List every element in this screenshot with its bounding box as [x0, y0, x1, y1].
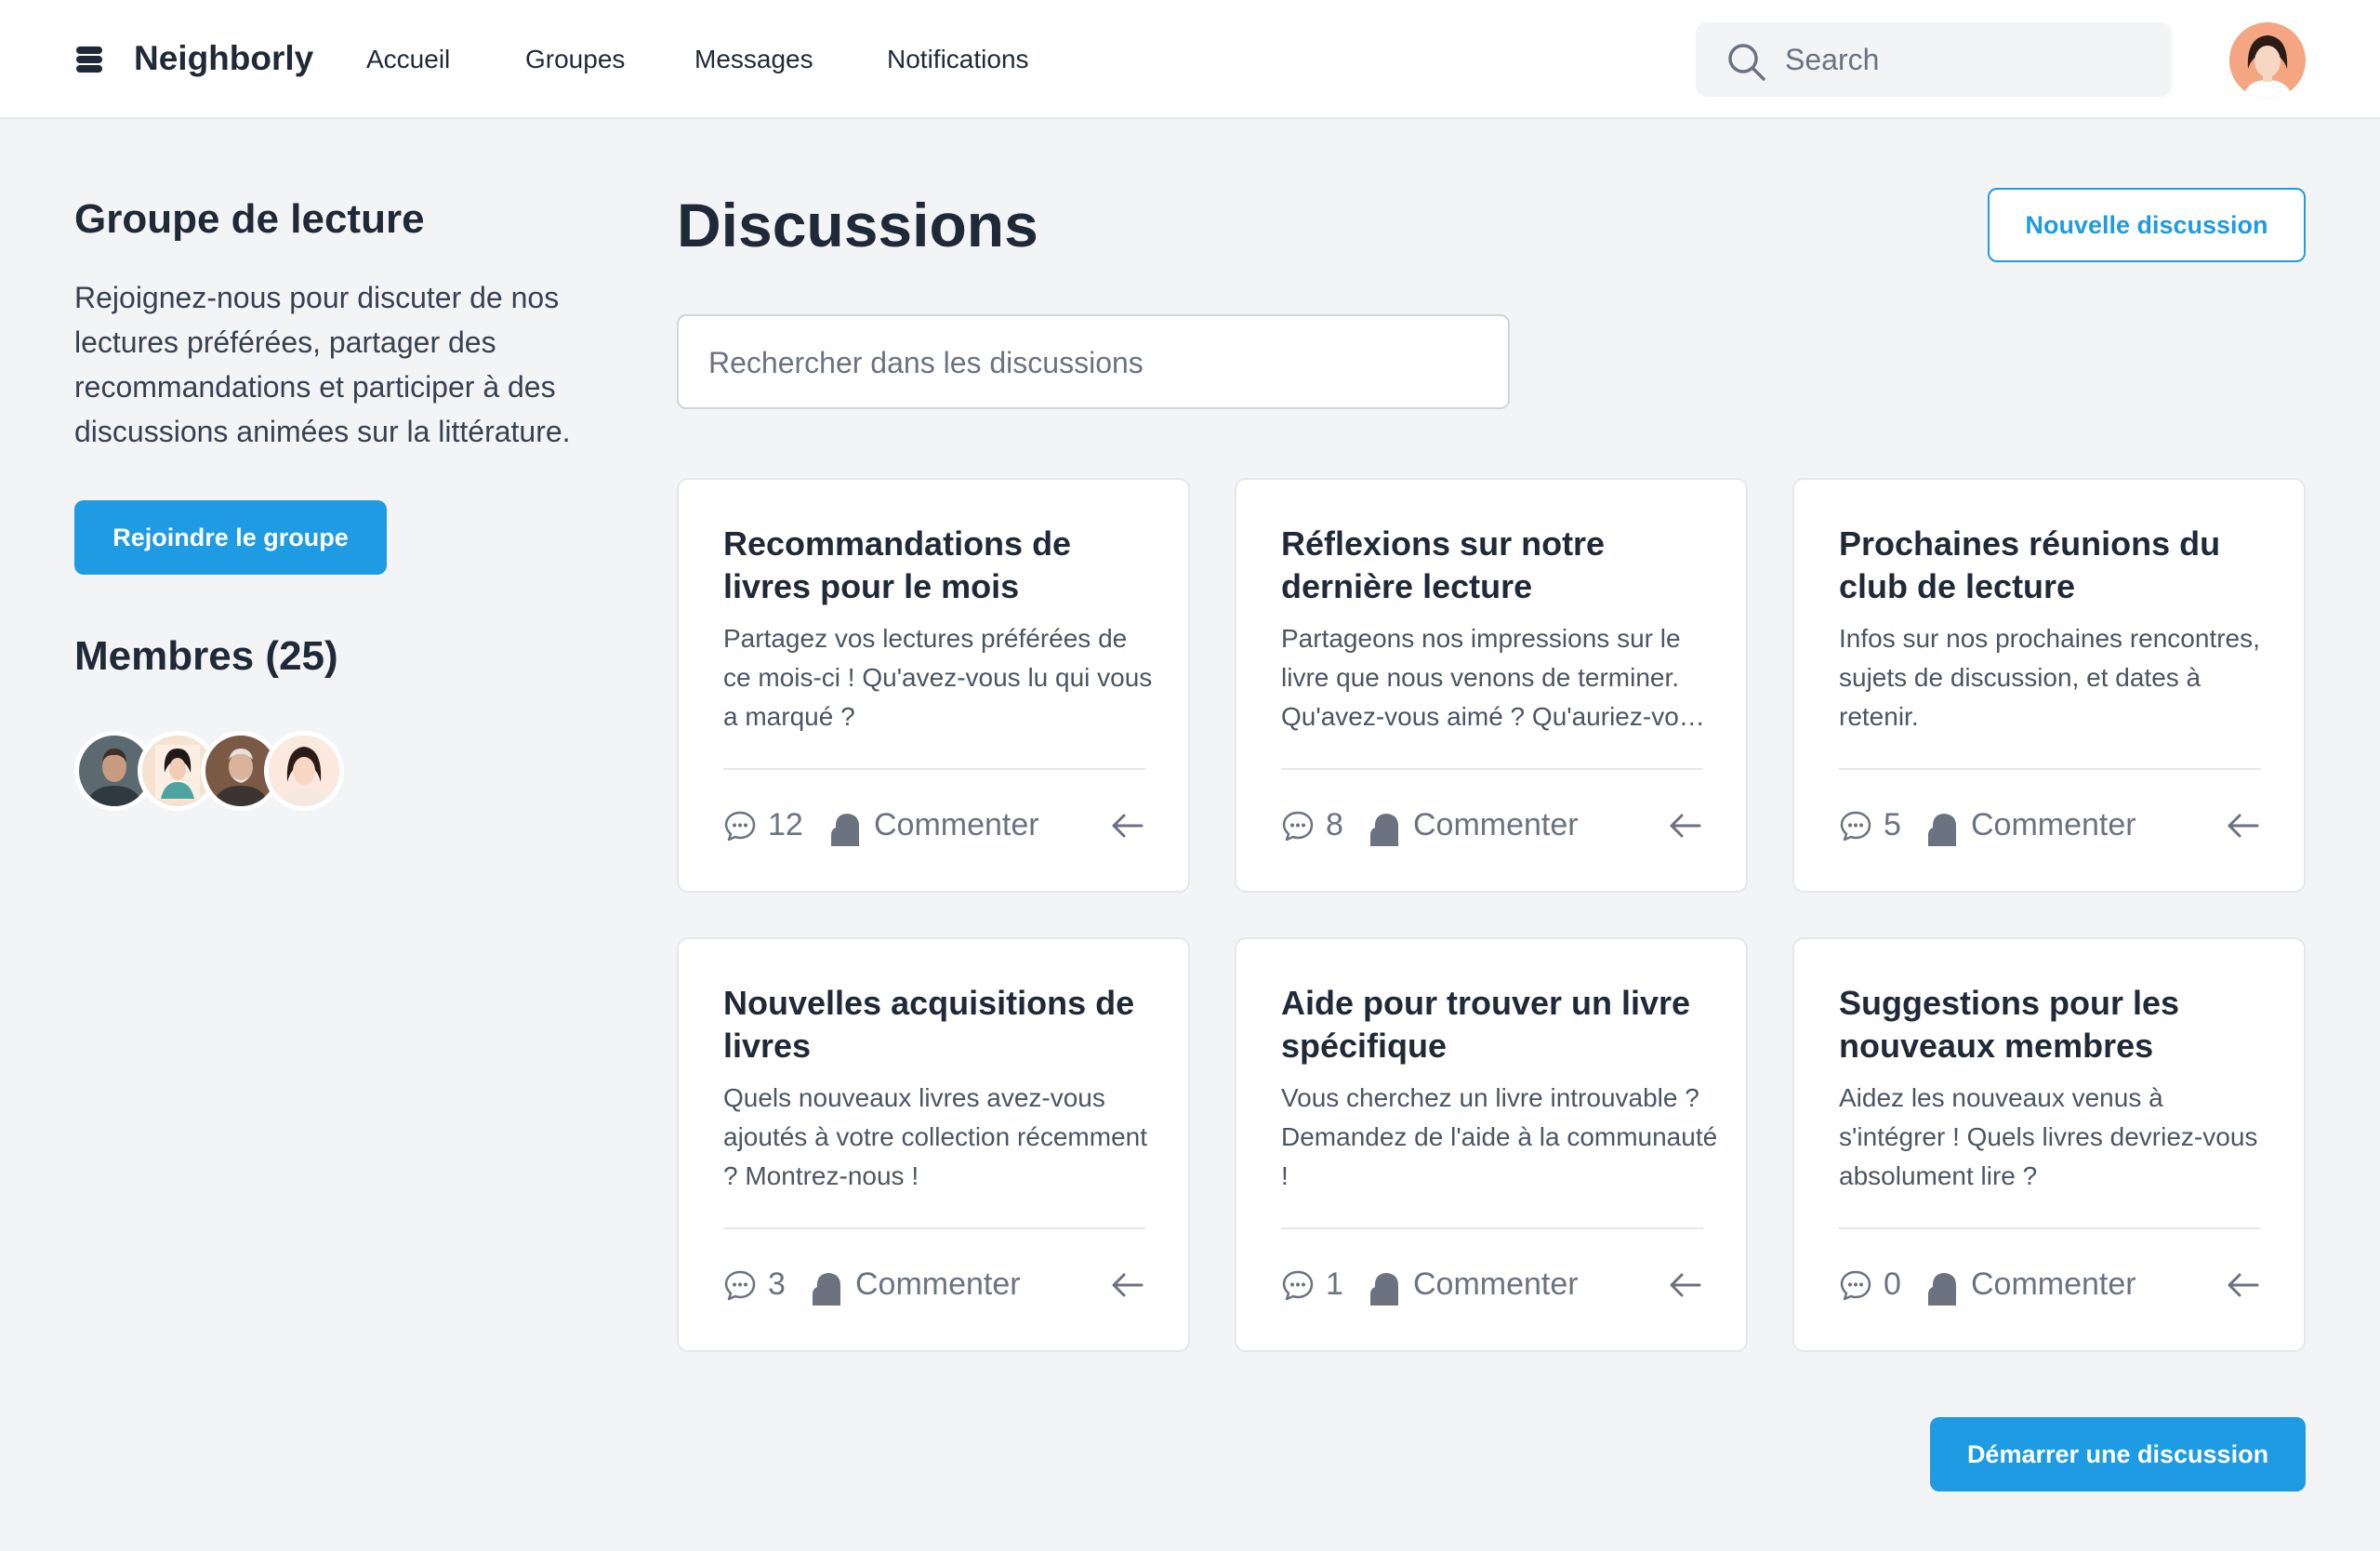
discussion-title[interactable]: Suggestions pour les nouveaux membres [1839, 982, 2276, 1067]
group-description: Rejoignez-nous pour discuter de nos lect… [74, 281, 571, 448]
comment-bubble-icon [1282, 1270, 1314, 1301]
comment-count: 0 [1884, 1266, 1901, 1302]
card-divider [1281, 1227, 1703, 1229]
join-group-button[interactable]: Rejoindre le groupe [74, 500, 387, 575]
user-silhouette-icon [1928, 814, 1956, 846]
stack-icon[interactable] [74, 45, 104, 74]
arrow-left-icon[interactable] [1668, 1268, 1703, 1302]
top-navbar: Neighborly Accueil Groupes Messages Noti… [0, 0, 2380, 119]
card-footer: 3 Commenter [723, 1263, 1145, 1307]
arrow-left-icon[interactable] [1110, 809, 1145, 842]
discussion-title[interactable]: Réflexions sur notre dernière lecture [1281, 523, 1718, 608]
comment-count: 12 [768, 807, 803, 842]
card-divider [1281, 768, 1703, 770]
user-silhouette-icon [1370, 1273, 1398, 1306]
members-title: Membres (25) [74, 633, 338, 679]
card-divider [723, 1227, 1145, 1229]
card-divider [1839, 768, 2261, 770]
user-silhouette-icon [1928, 1273, 1956, 1306]
discussion-title[interactable]: Nouvelles acquisitions de livres [723, 982, 1160, 1067]
search-icon [1728, 44, 1765, 81]
card-footer: 8 Commenter [1281, 803, 1703, 848]
user-silhouette-icon [831, 814, 859, 846]
discussion-card[interactable]: Suggestions pour les nouveaux membres Aid… [1792, 937, 2306, 1352]
user-avatar[interactable] [2229, 22, 2306, 99]
comment-bubble-icon [724, 811, 756, 842]
discussion-card[interactable]: Nouvelles acquisitions de livres Quels no… [677, 937, 1190, 1352]
nav-groupes[interactable]: Groupes [525, 39, 625, 80]
search-placeholder: Search [1785, 43, 1880, 76]
discussion-search-placeholder: Rechercher dans les discussions [708, 346, 1144, 379]
comment-count: 1 [1326, 1266, 1343, 1302]
comment-button[interactable]: Commenter [855, 1265, 1021, 1304]
discussion-description: Vous cherchez un livre introuvable ? Dem… [1281, 1083, 1718, 1190]
card-footer: 5 Commenter [1839, 803, 2261, 848]
discussion-title[interactable]: Recommandations de livres pour le mois [723, 523, 1160, 608]
comment-count: 3 [768, 1266, 786, 1302]
comment-bubble-icon [724, 1270, 756, 1301]
discussion-card[interactable]: Recommandations de livres pour le mois Pa… [677, 478, 1190, 893]
discussion-description: Aidez les nouveaux venus à s'intégrer ! … [1839, 1083, 2258, 1190]
arrow-left-icon[interactable] [2226, 809, 2261, 842]
comment-button[interactable]: Commenter [1971, 1265, 2136, 1304]
user-silhouette-icon [1370, 814, 1398, 846]
nav-notifications[interactable]: Notifications [887, 39, 1029, 80]
brand-name[interactable]: Neighborly [134, 35, 313, 82]
arrow-left-icon[interactable] [1110, 1268, 1145, 1302]
comment-button[interactable]: Commenter [1971, 805, 2136, 844]
comment-button[interactable]: Commenter [1413, 1265, 1579, 1304]
discussion-title[interactable]: Aide pour trouver un livre spécifique [1281, 982, 1718, 1067]
member-avatar[interactable] [264, 731, 344, 811]
comment-button[interactable]: Commenter [1413, 805, 1579, 844]
search-input[interactable]: Search [1696, 22, 2172, 97]
nav-accueil[interactable]: Accueil [366, 39, 450, 80]
start-discussion-button[interactable]: Démarrer une discussion [1930, 1417, 2306, 1491]
nav-messages[interactable]: Messages [694, 39, 813, 80]
discussion-title[interactable]: Prochaines réunions du club de lecture [1839, 523, 2276, 608]
discussion-description: Quels nouveaux livres avez-vous ajoutés … [723, 1083, 1147, 1190]
discussion-search-input[interactable]: Rechercher dans les discussions [677, 314, 1510, 409]
comment-bubble-icon [1282, 811, 1314, 842]
discussion-description: Partageons nos impressions sur le livre … [1281, 624, 1707, 731]
card-footer: 0 Commenter [1839, 1263, 2261, 1307]
page-title: Discussions [677, 191, 1038, 259]
comment-count: 8 [1326, 807, 1343, 842]
card-divider [1839, 1227, 2261, 1229]
discussion-description: Partagez vos lectures préférées de ce mo… [723, 624, 1153, 731]
new-discussion-button[interactable]: Nouvelle discussion [1988, 188, 2306, 262]
arrow-left-icon[interactable] [1668, 809, 1703, 842]
discussion-description: Infos sur nos prochaines rencontres, suj… [1839, 624, 2260, 731]
arrow-left-icon[interactable] [2226, 1268, 2261, 1302]
comment-count: 5 [1884, 807, 1901, 842]
comment-button[interactable]: Commenter [874, 805, 1039, 844]
discussion-card[interactable]: Aide pour trouver un livre spécifique Vou… [1235, 937, 1748, 1352]
card-footer: 12 Commenter [723, 803, 1145, 848]
comment-bubble-icon [1840, 811, 1871, 842]
card-divider [723, 768, 1145, 770]
user-silhouette-icon [813, 1273, 840, 1306]
discussion-card[interactable]: Prochaines réunions du club de lecture In… [1792, 478, 2306, 893]
comment-bubble-icon [1840, 1270, 1871, 1301]
discussion-card[interactable]: Réflexions sur notre dernière lecture Par… [1235, 478, 1748, 893]
group-title: Groupe de lecture [74, 196, 425, 242]
card-footer: 1 Commenter [1281, 1263, 1703, 1307]
